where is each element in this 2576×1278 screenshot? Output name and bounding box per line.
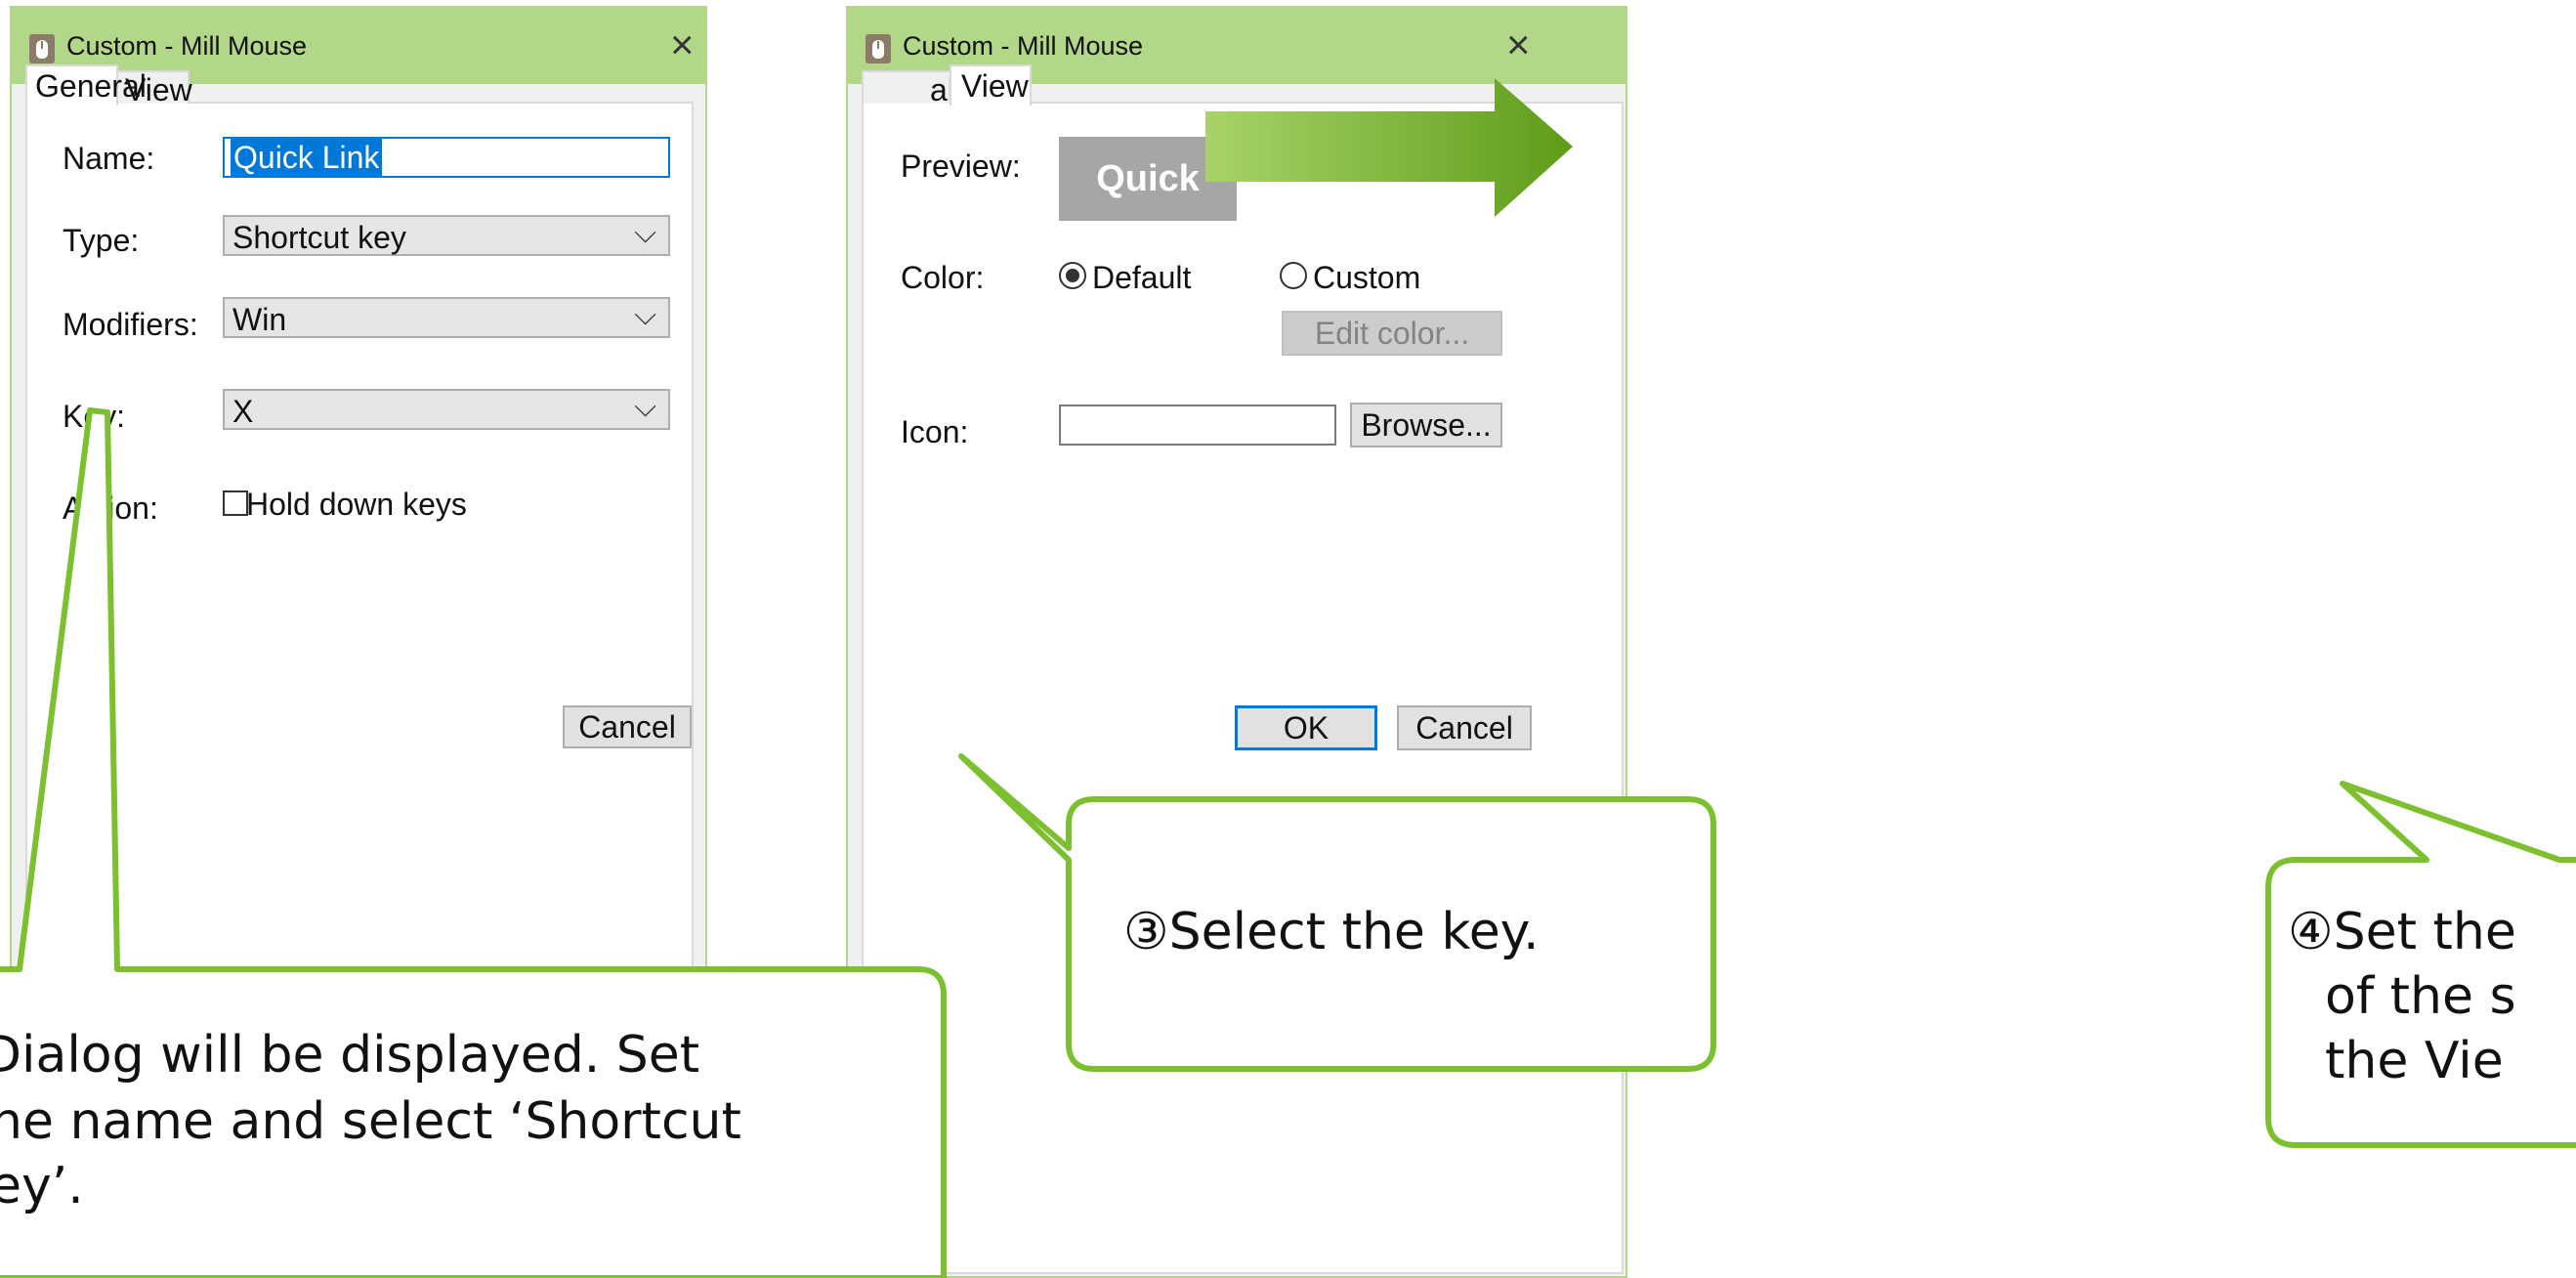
action-label: Action: (63, 490, 158, 526)
chevron-down-icon: ⌵ (634, 391, 656, 423)
right-dialog: Custom - Mill Mouse × al View Preview: Q… (846, 6, 1627, 1278)
icon-label: Icon: (901, 414, 969, 449)
key-dropdown-value: X (232, 394, 254, 429)
type-dropdown-value: Shortcut key (232, 220, 406, 255)
browse-button[interactable]: Browse... (1350, 403, 1502, 447)
mouse-app-icon (29, 34, 55, 64)
hold-down-keys-label: Hold down keys (246, 487, 467, 522)
right-callout-line-3: the Vie (2325, 1032, 2504, 1090)
tab-view[interactable]: View (950, 64, 1032, 106)
name-input-value: Quick Link (231, 138, 383, 177)
browse-button-label: Browse... (1361, 407, 1492, 443)
key-dropdown[interactable]: X ⌵ (223, 389, 670, 430)
name-input[interactable]: Quick Link (223, 137, 670, 178)
chevron-down-icon: ⌵ (634, 217, 656, 249)
tab-view-label: View (961, 68, 1029, 104)
left-dialog-title: Custom - Mill Mouse (66, 31, 308, 61)
left-callout-line-3: ey’. (0, 1157, 84, 1215)
edit-color-button[interactable]: Edit color... (1282, 311, 1502, 356)
tab-general[interactable]: al (862, 70, 954, 107)
preview-label: Preview: (901, 149, 1021, 184)
preview-swatch: Quick Link (1059, 137, 1237, 283)
default-color-radio[interactable] (1059, 262, 1086, 289)
cancel-button-label: Cancel (578, 709, 676, 745)
color-label: Color: (901, 260, 985, 295)
key-label: Key: (63, 399, 126, 434)
middle-callout-text: ③Select the key. (1123, 903, 1540, 961)
type-dropdown[interactable]: Shortcut key ⌵ (223, 215, 670, 256)
mouse-app-icon (866, 34, 891, 64)
tab-general[interactable]: General (25, 64, 147, 106)
custom-color-radio[interactable] (1280, 262, 1307, 289)
modifiers-label: Modifiers: (63, 307, 198, 342)
default-color-label: Default (1092, 260, 1192, 295)
chevron-down-icon: ⌵ (634, 299, 656, 331)
right-dialog-title: Custom - Mill Mouse (903, 31, 1144, 61)
ok-button-label: OK (1283, 710, 1330, 746)
edit-color-button-label: Edit color... (1314, 316, 1470, 351)
tab-general-label: General (35, 68, 147, 104)
right-callout-line-1: ④Set the (2288, 903, 2516, 961)
cancel-button[interactable]: Cancel (563, 705, 692, 748)
close-icon[interactable]: × (1506, 21, 1531, 68)
hold-down-keys-checkbox[interactable] (223, 490, 248, 516)
modifiers-dropdown[interactable]: Win ⌵ (223, 297, 670, 338)
close-icon[interactable]: × (670, 21, 695, 68)
left-callout-line-1: Dialog will be displayed. Set (0, 1026, 700, 1085)
ok-button[interactable]: OK (1235, 705, 1377, 750)
custom-color-label: Custom (1313, 260, 1421, 295)
right-callout-line-2: of the s (2325, 967, 2516, 1026)
name-label: Name: (63, 141, 155, 176)
cancel-button-label: Cancel (1415, 710, 1513, 746)
cancel-button[interactable]: Cancel (1397, 705, 1532, 750)
left-callout-line-2: he name and select ‘Shortcut (0, 1092, 741, 1151)
modifiers-dropdown-value: Win (232, 302, 287, 337)
type-label: Type: (63, 223, 140, 258)
icon-path-input[interactable] (1059, 405, 1336, 446)
